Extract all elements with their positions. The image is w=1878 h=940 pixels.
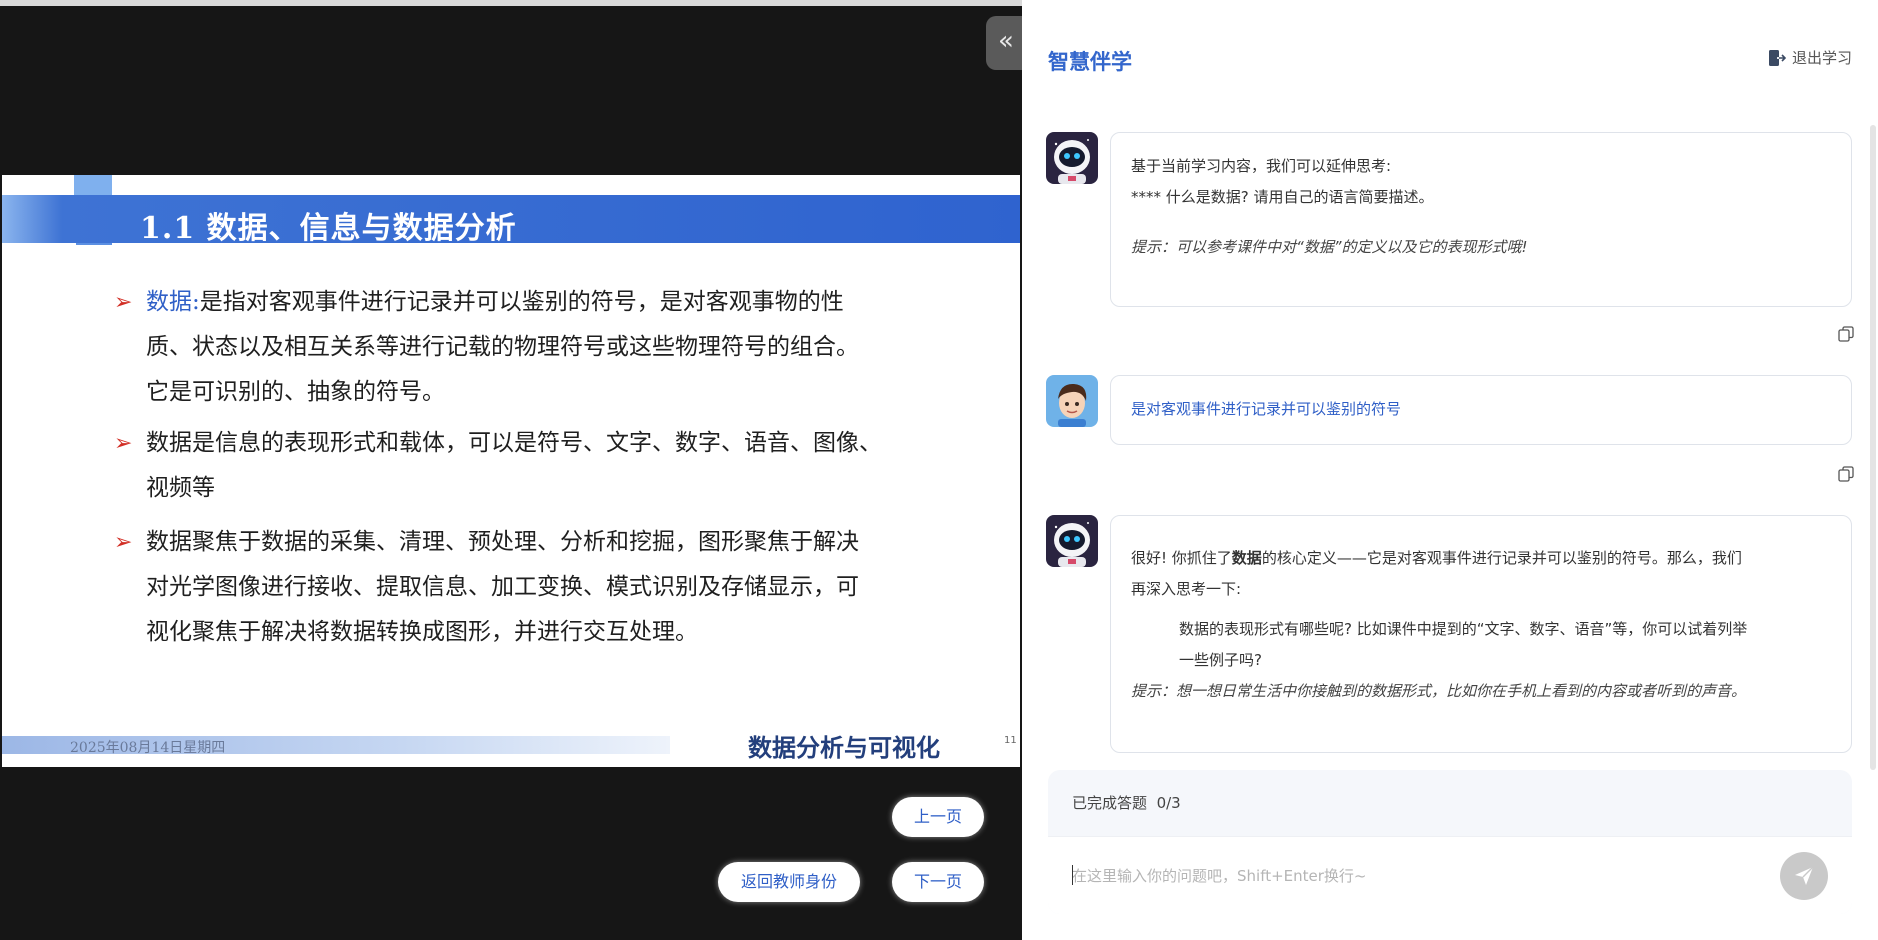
exit-icon	[1768, 49, 1786, 66]
copy-icon[interactable]	[1838, 466, 1854, 482]
bullet-definition: ➢ 数据:是指对客观事件进行记录并可以鉴别的符号，是对客观事物的性 质、状态以及…	[114, 280, 944, 415]
slide-page-number: 11	[1004, 735, 1017, 746]
assistant-message: 基于当前学习内容，我们可以延伸思考: **** 什么是数据? 请用自己的语言简要…	[1110, 132, 1852, 307]
user-avatar	[1046, 375, 1098, 427]
copy-icon[interactable]	[1838, 326, 1854, 342]
panel-title: 智慧伴学	[1048, 50, 1132, 74]
emphasis-text: 数据	[1231, 549, 1262, 567]
input-card: 已完成答题 0/3	[1048, 770, 1852, 914]
send-button[interactable]	[1780, 852, 1828, 900]
progress-count: 0/3	[1156, 794, 1181, 812]
user-message: 是对客观事件进行记录并可以鉴别的符号	[1110, 375, 1852, 445]
top-strip	[0, 0, 1022, 6]
hint-text: 提示：想一想日常生活中你接触到的数据形式，比如你在手机上看到的内容或者听到的声音…	[1131, 682, 1747, 700]
assistant-message: 很好! 你抓住了数据的核心定义——它是对客观事件进行记录并可以鉴别的符号。那么，…	[1110, 515, 1852, 753]
prev-page-button[interactable]: 上一页	[892, 797, 984, 837]
astronaut-avatar-icon	[1046, 515, 1098, 567]
exit-study-button[interactable]: 退出学习	[1768, 47, 1852, 68]
arrow-bullet-icon: ➢	[114, 431, 133, 456]
question-input[interactable]	[1072, 859, 1762, 893]
student-avatar-icon	[1046, 375, 1098, 427]
bullet-keyword: 数据:	[146, 289, 200, 315]
collapse-panel-button[interactable]: «	[986, 16, 1026, 70]
courseware-viewer: 1.1 数据、信息与数据分析 ➢ 数据:是指对客观事件进行记录并可以鉴别的符号，…	[0, 0, 1026, 940]
footer-course-name: 数据分析与可视化	[748, 733, 940, 762]
slide-title: 1.1 数据、信息与数据分析	[140, 211, 517, 246]
slide: 1.1 数据、信息与数据分析 ➢ 数据:是指对客观事件进行记录并可以鉴别的符号，…	[2, 175, 1020, 767]
input-box	[1048, 836, 1852, 914]
text-caret	[1072, 865, 1073, 885]
answer-progress: 已完成答题 0/3	[1072, 794, 1181, 812]
assistant-avatar	[1046, 132, 1098, 184]
exit-label: 退出学习	[1791, 49, 1852, 67]
double-chevron-left-icon: «	[998, 26, 1014, 56]
hint-text: 提示：可以参考课件中对“数据”的定义以及它的表现形式哦!	[1131, 238, 1528, 256]
assistant-avatar	[1046, 515, 1098, 567]
arrow-bullet-icon: ➢	[114, 530, 133, 555]
back-to-teacher-button[interactable]: 返回教师身份	[718, 862, 860, 902]
bullet-carrier: ➢ 数据是信息的表现形式和载体，可以是符号、文字、数字、语音、图像、 视频等	[114, 421, 944, 511]
study-assistant-panel: 智慧伴学 退出学习 基于当前学习内容，我们可以延伸思考: **** 什么是数据?…	[1022, 0, 1878, 940]
bullet-focus: ➢ 数据聚焦于数据的采集、清理、预处理、分析和挖掘，图形聚焦于解决 对光学图像进…	[114, 520, 944, 655]
next-page-button[interactable]: 下一页	[892, 862, 984, 902]
paper-plane-icon	[1795, 866, 1814, 885]
chat-scrollbar[interactable]	[1870, 125, 1876, 770]
arrow-bullet-icon: ➢	[114, 290, 133, 315]
footer-date: 2025年08月14日星期四	[70, 740, 226, 756]
astronaut-avatar-icon	[1046, 132, 1098, 184]
